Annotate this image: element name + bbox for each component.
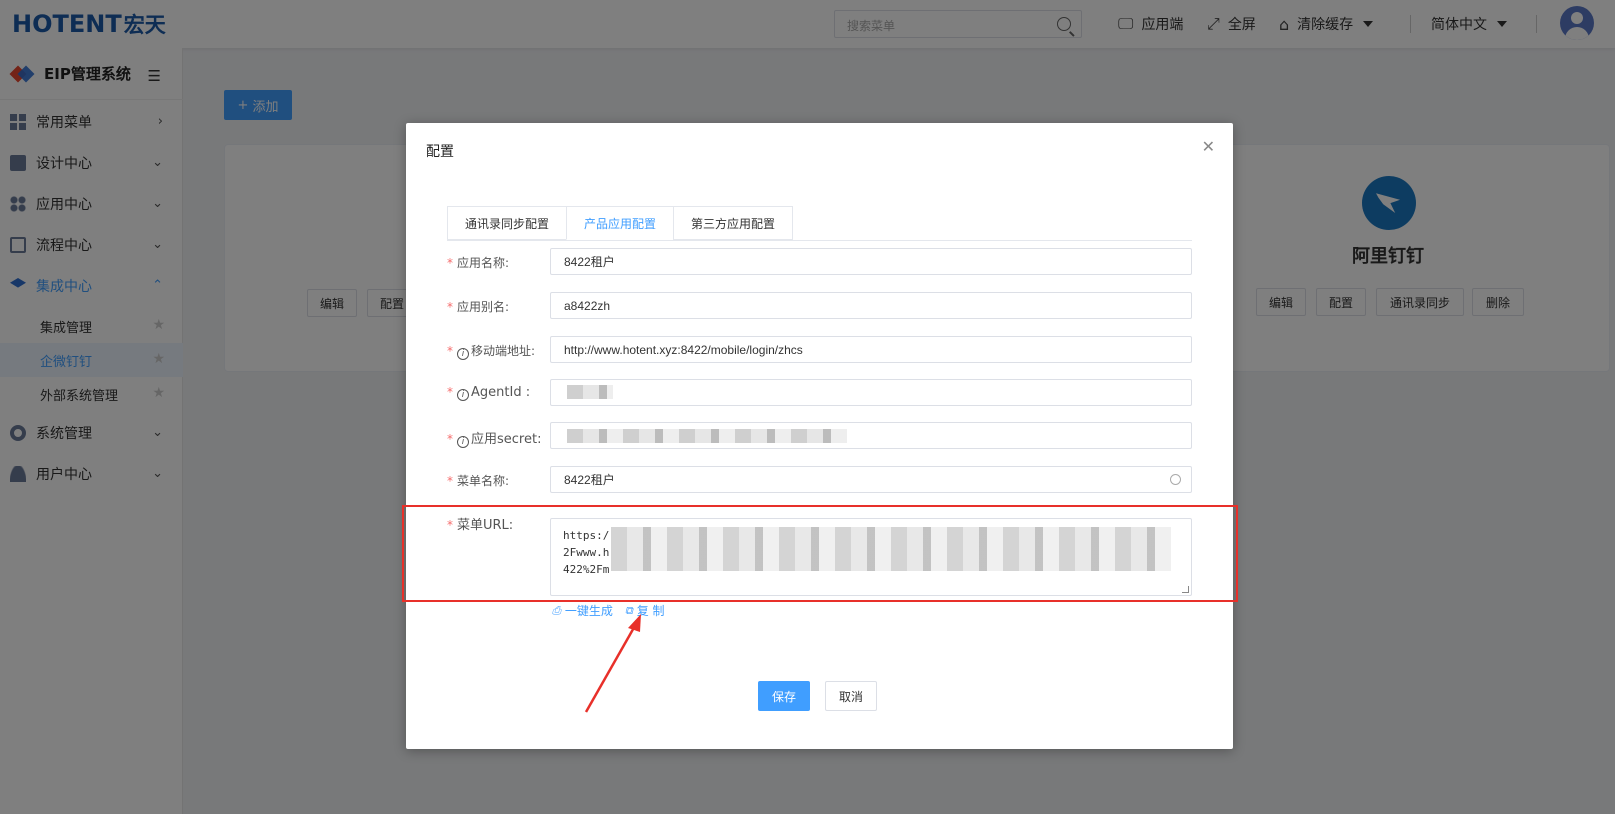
annotation-arrow (584, 614, 641, 713)
